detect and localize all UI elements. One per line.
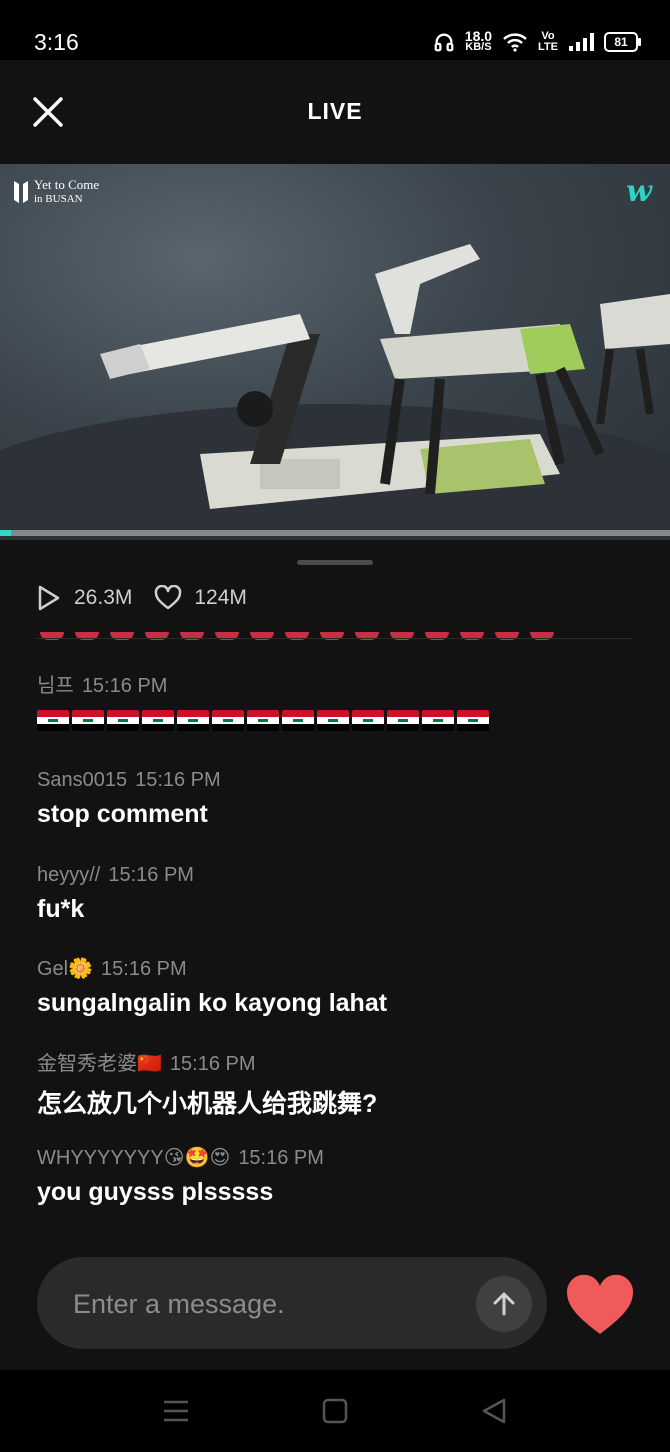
iraq-flag-icon [37,710,69,731]
chat-message: heyyy// 15:16 PM fu*k [37,861,637,955]
play-icon [38,585,60,611]
message-time: 15:16 PM [108,863,194,886]
page-title: LIVE [307,98,363,124]
message-meta: WHYYYYYYY😘🤩😍 15:16 PM [37,1144,637,1172]
signal-icon [569,33,594,51]
iraq-flag-icon [142,710,174,731]
message-time: 15:16 PM [169,1052,256,1075]
system-nav-bar [0,1370,670,1452]
video-player[interactable]: Yet to Come in BUSAN w [0,164,670,540]
net-speed-unit: KB/S [465,41,492,53]
concert-logo: Yet to Come in BUSAN [14,178,99,206]
message-user: 님프 [37,675,74,697]
send-button[interactable] [476,1276,532,1332]
message-user: Gel🌼 [37,958,94,981]
robot-dog-back [596,294,670,425]
send-arrow-icon [493,1292,515,1316]
status-time: 3:16 [34,29,79,55]
likes-count: 124M [194,586,247,609]
bts-logo-icon [14,181,28,203]
likes-stat: 124M [154,585,247,611]
iraq-flag-icon [422,710,454,731]
message-meta: heyyy// 15:16 PM [37,861,637,889]
message-meta: Sans0015 15:16 PM [37,766,637,794]
message-text: fu*k [37,894,85,923]
status-bar: 3:16 18.0 KB/S Vo LTE 81 [0,0,670,60]
volte-indicator: Vo LTE [538,31,558,53]
iraq-flag-icon [107,710,139,731]
iraq-flag-icon [177,710,209,731]
live-screen: LIVE Yet to Come in BUSAN w 26.3M 124M 님… [0,60,670,1370]
message-time: 15:16 PM [101,958,187,981]
chat-message: WHYYYYYYY😘🤩😍 15:16 PM you guysss plsssss [37,1144,637,1238]
video-scene [0,244,670,540]
iraq-flag-icon [352,710,384,731]
logo-line-2: in BUSAN [34,193,83,205]
logo-line-1: Yet to Come [34,177,100,192]
drag-handle[interactable] [297,560,373,565]
menu-icon[interactable] [162,1398,190,1424]
heart-outline-icon [155,585,182,610]
message-text: you guysss plsssss [37,1177,274,1206]
message-time: 15:16 PM [135,769,221,792]
battery-indicator: 81 [604,32,641,52]
iraq-flag-emoji-row [37,710,637,731]
wifi-icon [503,33,527,52]
iraq-flag-icon [282,710,314,731]
message-meta: 님프 15:16 PM [37,672,637,700]
message-input[interactable] [71,1257,455,1351]
iraq-flag-icon [387,710,419,731]
message-meta: 金智秀老婆🇨🇳 15:16 PM [37,1050,637,1078]
message-user: heyyy// [37,863,101,886]
iraq-flag-icon [212,710,244,731]
chat-list[interactable]: 님프 15:16 PM Sans0015 15:16 PM stop comment… [37,672,637,1238]
iraq-flag-icon [247,710,279,731]
stats-row: 26.3M 124M [36,584,269,612]
chat-message: Sans0015 15:16 PM stop comment [37,766,637,860]
message-user: Sans0015 [37,769,128,792]
chat-message: 님프 15:16 PM [37,672,637,766]
message-composer [37,1257,547,1351]
headphones-icon [434,33,454,52]
message-text: 怎么放几个小机器人给我跳舞? [37,1089,378,1118]
iraq-flag-icon [72,710,104,731]
status-icons: 18.0 KB/S Vo LTE 81 [433,27,641,57]
video-progress-fill [0,530,12,536]
video-progress-bar[interactable] [0,530,670,536]
back-icon[interactable] [480,1398,508,1424]
chat-message: 金智秀老婆🇨🇳 15:16 PM 怎么放几个小机器人给我跳舞? [37,1050,637,1144]
chat-message: Gel🌼 15:16 PM sungalngalin ko kayong laha… [37,955,637,1049]
message-time: 15:16 PM [81,675,168,697]
iraq-flag-icon [317,710,349,731]
divider [36,638,632,639]
message-user: 金智秀老婆🇨🇳 [37,1052,162,1075]
header: LIVE [0,60,670,164]
views-stat: 26.3M [36,584,132,612]
message-text: sungalngalin ko kayong lahat [37,989,388,1018]
heart-icon[interactable] [565,1272,635,1336]
message-user: WHYYYYYYY😘🤩😍 [37,1146,231,1169]
weverse-logo-icon: w [626,174,652,209]
message-time: 15:16 PM [238,1146,324,1169]
iraq-flag-icon [457,710,489,731]
views-count: 26.3M [74,586,133,609]
home-icon[interactable] [321,1398,349,1424]
net-speed: 18.0 KB/S [465,29,492,53]
message-text: stop comment [37,800,208,829]
message-meta: Gel🌼 15:16 PM [37,955,637,983]
volte-bottom: LTE [538,41,558,53]
